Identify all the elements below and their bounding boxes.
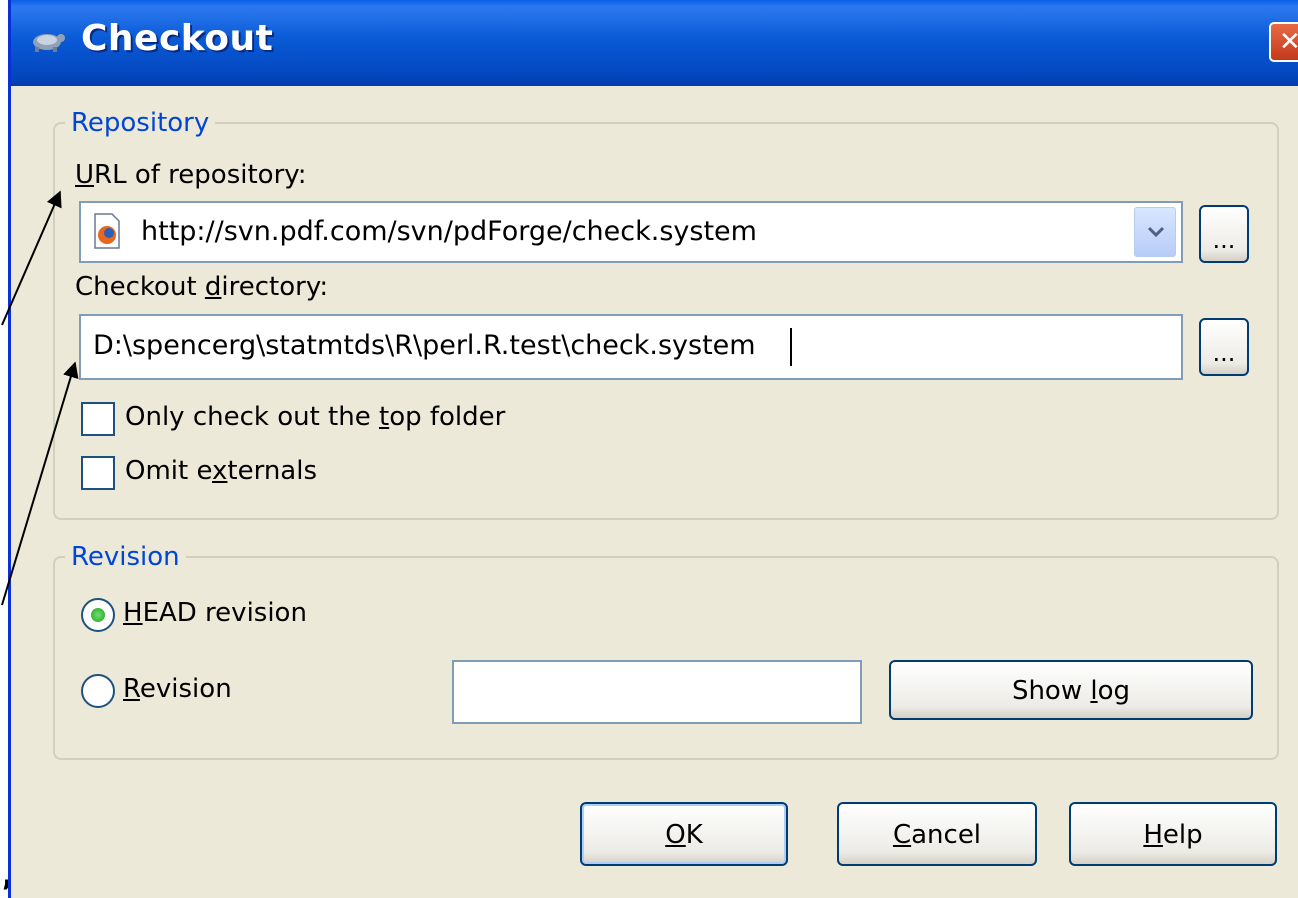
revision-radio[interactable]	[81, 674, 115, 708]
dialog-title: Checkout	[81, 18, 274, 59]
url-browse-button[interactable]: ...	[1199, 205, 1249, 263]
url-label: URL of repository:	[75, 160, 307, 190]
close-icon: ✕	[1279, 27, 1298, 57]
firefox-document-icon	[94, 213, 120, 249]
checkout-dialog: Checkout ✕ Repository URL of repository:…	[8, 0, 1298, 898]
omit-externals-checkbox[interactable]	[81, 456, 115, 490]
close-button[interactable]: ✕	[1269, 22, 1298, 62]
omit-externals-label[interactable]: Omit externals	[125, 456, 317, 486]
checkout-dir-label: Checkout directory:	[75, 272, 329, 302]
cancel-button[interactable]: Cancel	[837, 802, 1037, 866]
text-cursor	[790, 328, 792, 366]
revision-legend: Revision	[65, 542, 186, 572]
revision-group	[53, 556, 1279, 760]
show-log-button[interactable]: Show log	[889, 660, 1253, 720]
title-bar[interactable]: Checkout ✕	[11, 0, 1298, 86]
top-folder-checkbox[interactable]	[81, 402, 115, 436]
url-dropdown-button[interactable]	[1134, 207, 1176, 257]
help-button[interactable]: Help	[1069, 802, 1277, 866]
revision-number-input[interactable]	[452, 660, 862, 724]
ok-button[interactable]: OK	[580, 802, 788, 866]
head-revision-label[interactable]: HEAD revision	[123, 598, 307, 628]
tortoise-icon	[33, 34, 65, 52]
url-value: http://svn.pdf.com/svn/pdForge/check.sys…	[141, 216, 757, 247]
checkout-dir-value: D:\spencerg\statmtds\R\perl.R.test\check…	[93, 330, 756, 361]
head-revision-radio[interactable]	[81, 598, 115, 632]
chevron-down-icon	[1147, 226, 1165, 238]
dir-browse-button[interactable]: ...	[1199, 318, 1249, 376]
radio-selected-dot	[91, 608, 105, 622]
url-combobox[interactable]: http://svn.pdf.com/svn/pdForge/check.sys…	[79, 201, 1183, 263]
top-folder-label[interactable]: Only check out the top folder	[125, 402, 505, 432]
revision-label[interactable]: Revision	[123, 674, 232, 704]
checkout-dir-input[interactable]: D:\spencerg\statmtds\R\perl.R.test\check…	[79, 314, 1183, 380]
repository-legend: Repository	[65, 108, 216, 138]
